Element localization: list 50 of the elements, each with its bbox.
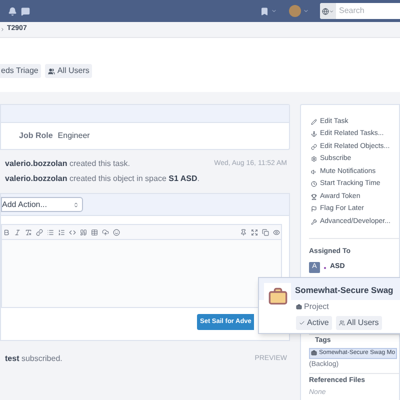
numbered-list-icon[interactable] <box>58 228 65 236</box>
search-input[interactable]: Search <box>339 5 389 17</box>
pencil-icon <box>311 118 317 125</box>
briefcase-icon <box>311 350 317 356</box>
timeline-entry: valerio.bozzolan created this object in space S1 ASD. <box>5 173 200 185</box>
clear-format-icon[interactable] <box>25 228 32 236</box>
timeline-entry: valerio.bozzolan created this task. <box>5 158 130 170</box>
eye-icon[interactable] <box>273 228 280 236</box>
pin-icon[interactable] <box>240 228 247 236</box>
users-icon <box>48 68 56 74</box>
wrench-icon <box>311 218 317 225</box>
bold-icon[interactable] <box>3 228 10 236</box>
timeline-entry: test subscribed. <box>5 353 62 365</box>
search-scope-button[interactable] <box>320 3 336 19</box>
chat-icon[interactable] <box>21 6 30 16</box>
caret-icon[interactable] <box>303 8 309 14</box>
speaker-icon <box>311 168 317 175</box>
field-label: Job Role <box>19 130 53 142</box>
clock-icon <box>311 181 317 188</box>
globe-icon <box>322 8 329 14</box>
link-icon <box>311 144 317 150</box>
italic-icon[interactable] <box>14 228 21 236</box>
trophy-icon <box>311 194 317 200</box>
fullscreen-icon[interactable] <box>251 228 258 236</box>
search-field[interactable]: Search <box>320 3 400 19</box>
code-icon[interactable] <box>69 228 76 236</box>
policy-tag[interactable]: Active <box>296 316 332 330</box>
notifications-icon[interactable] <box>8 6 17 16</box>
policy-tag[interactable]: All Users <box>336 316 382 330</box>
action-select[interactable]: Add Action... <box>1 197 83 212</box>
caret-icon <box>329 8 334 14</box>
link-icon[interactable] <box>36 228 43 236</box>
copy-icon[interactable] <box>262 228 269 236</box>
table-icon[interactable] <box>91 228 98 236</box>
gear-icon <box>311 156 317 162</box>
check-icon <box>299 320 305 326</box>
briefcase-icon <box>296 304 302 310</box>
bookmark-icon[interactable] <box>260 6 269 16</box>
upload-icon[interactable] <box>102 228 109 236</box>
header-tag[interactable]: All Users <box>45 64 92 78</box>
flag-icon <box>311 206 317 212</box>
smiley-icon[interactable] <box>113 228 120 236</box>
anchor-icon <box>311 131 317 138</box>
caret-icon[interactable] <box>271 8 277 14</box>
field-value: Engineer <box>58 130 90 142</box>
project-type: Project <box>304 301 329 313</box>
quote-icon[interactable] <box>80 228 87 236</box>
bullet-list-icon[interactable] <box>47 228 54 236</box>
users-icon <box>338 320 345 326</box>
header-tag[interactable]: eds Triage <box>0 64 42 78</box>
